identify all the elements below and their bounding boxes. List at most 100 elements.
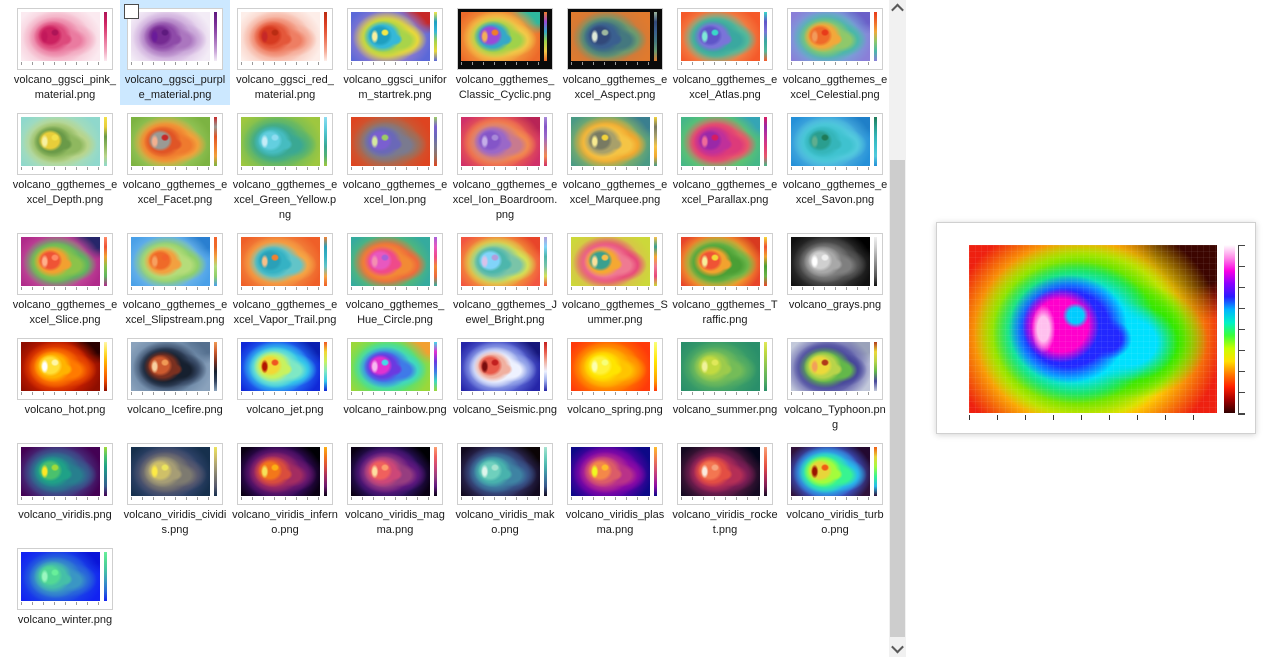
file-name: volcano_viridis_rocket.png [672, 508, 778, 538]
file-tile[interactable]: volcano_ggsci_purple_material.png [120, 0, 230, 105]
thumbnail-image [21, 12, 100, 61]
thumbnail-image [241, 12, 320, 61]
thumbnail-image [351, 117, 430, 166]
file-tile[interactable]: volcano_jet.png [230, 330, 340, 435]
file-tile[interactable]: volcano_ggthemes_excel_Aspect.png [560, 0, 670, 105]
thumbnail-colorbar [654, 237, 657, 286]
file-tile[interactable]: volcano_viridis_turbo.png [780, 435, 890, 540]
thumbnail-image [351, 12, 430, 61]
thumbnail-axis-ticks [791, 287, 870, 290]
file-tile[interactable]: volcano_ggthemes_excel_Celestial.png [780, 0, 890, 105]
file-name: volcano_ggsci_uniform_startrek.png [342, 73, 448, 103]
thumbnail-colorbar [654, 447, 657, 496]
thumbnail-card [17, 8, 113, 70]
thumbnail-image [571, 447, 650, 496]
file-tile[interactable]: volcano_viridis_mako.png [450, 435, 560, 540]
thumbnail-colorbar [434, 117, 437, 166]
scroll-down-icon[interactable] [889, 640, 906, 657]
file-name: volcano_ggthemes_excel_Slipstream.png [122, 298, 228, 328]
thumbnail-card [677, 113, 773, 175]
file-tile[interactable]: volcano_ggthemes_excel_Slipstream.png [120, 225, 230, 330]
preview-heatmap-image [969, 245, 1217, 413]
file-tile[interactable]: volcano_Icefire.png [120, 330, 230, 435]
file-tile[interactable]: volcano_ggsci_uniform_startrek.png [340, 0, 450, 105]
file-tile[interactable]: volcano_ggthemes_Summer.png [560, 225, 670, 330]
file-name: volcano_winter.png [12, 613, 118, 628]
file-tile[interactable]: volcano_ggthemes_Traffic.png [670, 225, 780, 330]
thumbnail-colorbar [434, 447, 437, 496]
file-name: volcano_ggthemes_excel_Slice.png [12, 298, 118, 328]
file-tile[interactable]: volcano_summer.png [670, 330, 780, 435]
thumbnail-card [17, 113, 113, 175]
file-tile[interactable]: volcano_ggthemes_Classic_Cyclic.png [450, 0, 560, 105]
thumbnail-image [791, 237, 870, 286]
thumbnail-card [567, 8, 663, 70]
file-tile[interactable]: volcano_viridis_inferno.png [230, 435, 340, 540]
file-tile[interactable]: volcano_ggthemes_excel_Ion_Boardroom.png [450, 105, 560, 225]
file-tile[interactable]: volcano_grays.png [780, 225, 890, 330]
selection-checkbox[interactable] [124, 4, 139, 19]
file-tile[interactable]: volcano_viridis_cividis.png [120, 435, 230, 540]
thumbnail-colorbar [104, 117, 107, 166]
file-tile[interactable]: volcano_ggthemes_excel_Slice.png [10, 225, 120, 330]
file-tile[interactable]: volcano_ggthemes_excel_Vapor_Trail.png [230, 225, 340, 330]
thumbnail-image [461, 12, 540, 61]
thumbnail-axis-ticks [461, 287, 540, 290]
thumbnail-card [787, 8, 883, 70]
thumbnail-colorbar [104, 237, 107, 286]
thumbnail-axis-ticks [241, 62, 320, 65]
file-tile[interactable]: volcano_viridis_rocket.png [670, 435, 780, 540]
file-tile[interactable]: volcano_spring.png [560, 330, 670, 435]
file-tile[interactable]: volcano_ggthemes_Hue_Circle.png [340, 225, 450, 330]
thumbnail-axis-ticks [131, 62, 210, 65]
file-tile[interactable]: volcano_Typhoon.png [780, 330, 890, 435]
scroll-up-icon[interactable] [889, 0, 906, 17]
file-tile[interactable]: volcano_ggthemes_excel_Depth.png [10, 105, 120, 225]
file-tile[interactable]: volcano_rainbow.png [340, 330, 450, 435]
thumbnail-axis-ticks [681, 62, 760, 65]
file-tile[interactable]: volcano_ggthemes_excel_Savon.png [780, 105, 890, 225]
thumbnail-axis-ticks [791, 62, 870, 65]
vertical-scrollbar[interactable] [889, 0, 906, 657]
thumbnail-axis-ticks [241, 497, 320, 500]
thumbnail-colorbar [324, 342, 327, 391]
thumbnail-axis-ticks [571, 287, 650, 290]
file-tile[interactable]: volcano_ggthemes_excel_Atlas.png [670, 0, 780, 105]
thumbnail-image [21, 117, 100, 166]
thumbnail-axis-ticks [351, 392, 430, 395]
file-name: volcano_ggthemes_excel_Savon.png [782, 178, 888, 208]
thumbnail-axis-ticks [21, 62, 100, 65]
thumbnail-colorbar [434, 12, 437, 61]
file-tile[interactable]: volcano_ggthemes_excel_Ion.png [340, 105, 450, 225]
file-tile[interactable]: volcano_ggsci_red_material.png [230, 0, 340, 105]
scrollbar-thumb[interactable] [890, 160, 905, 637]
file-tile[interactable]: volcano_viridis_magma.png [340, 435, 450, 540]
thumbnail-card [127, 8, 223, 70]
file-tile[interactable]: volcano_Seismic.png [450, 330, 560, 435]
thumbnail-card [677, 338, 773, 400]
thumbnail-card [17, 338, 113, 400]
file-tile[interactable]: volcano_ggthemes_Jewel_Bright.png [450, 225, 560, 330]
file-tile[interactable]: volcano_ggsci_pink_material.png [10, 0, 120, 105]
thumbnail-card [567, 233, 663, 295]
file-name: volcano_ggthemes_excel_Parallax.png [672, 178, 778, 208]
file-tile[interactable]: volcano_ggthemes_excel_Green_Yellow.png [230, 105, 340, 225]
thumbnail-axis-ticks [791, 497, 870, 500]
thumbnail-card [787, 113, 883, 175]
thumbnail-image [351, 342, 430, 391]
file-tile[interactable]: volcano_winter.png [10, 540, 120, 630]
file-tile[interactable]: volcano_ggthemes_excel_Facet.png [120, 105, 230, 225]
thumbnail-axis-ticks [351, 497, 430, 500]
file-tile[interactable]: volcano_ggthemes_excel_Parallax.png [670, 105, 780, 225]
thumbnail-image [681, 237, 760, 286]
file-tile[interactable]: volcano_viridis_plasma.png [560, 435, 670, 540]
thumbnail-axis-ticks [681, 497, 760, 500]
thumbnail-axis-ticks [681, 287, 760, 290]
file-tile[interactable]: volcano_viridis.png [10, 435, 120, 540]
file-tile[interactable]: volcano_hot.png [10, 330, 120, 435]
thumbnail-axis-ticks [131, 392, 210, 395]
file-tile[interactable]: volcano_ggthemes_excel_Marquee.png [560, 105, 670, 225]
file-name: volcano_Seismic.png [452, 403, 558, 418]
thumbnail-image [131, 447, 210, 496]
file-grid: volcano_ggsci_pink_material.png volcano_… [10, 0, 892, 630]
